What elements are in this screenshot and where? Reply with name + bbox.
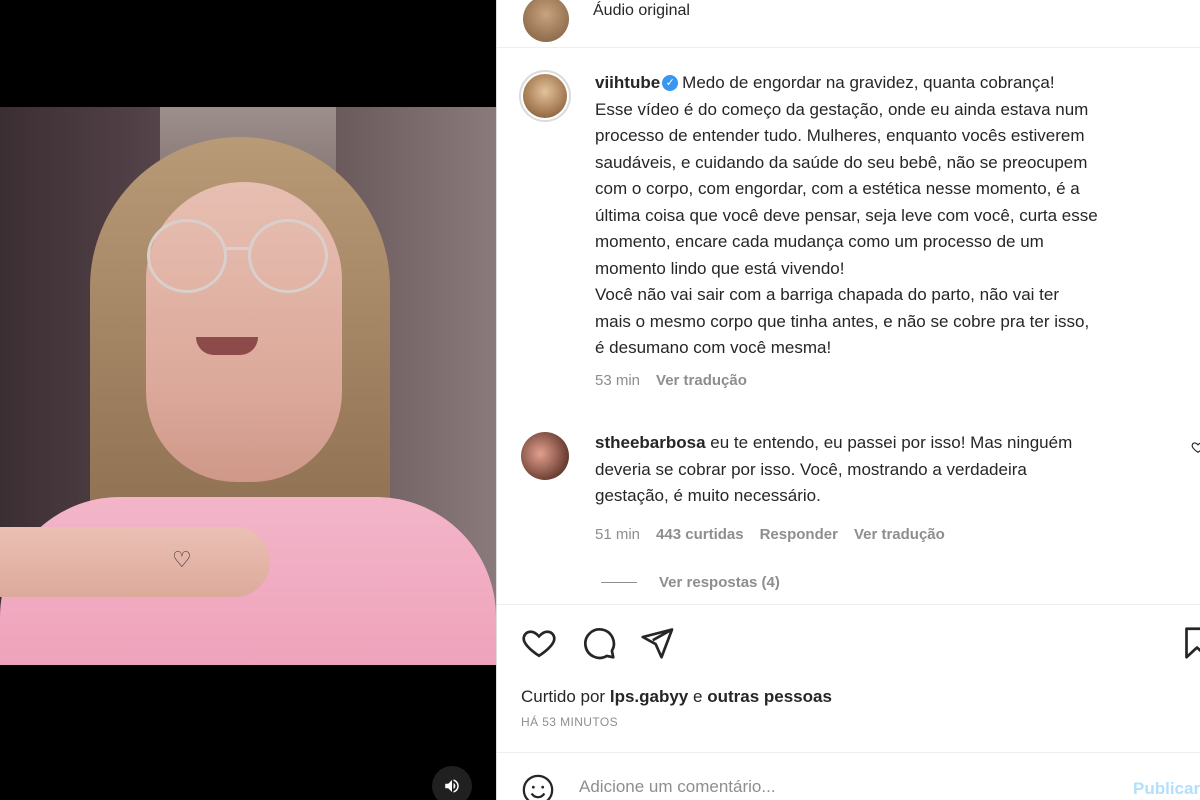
caption-line: com o corpo, com engordar, com a estétic… [595, 179, 1080, 198]
comment-likes-count[interactable]: 443 curtidas [656, 526, 744, 543]
comment-icon[interactable] [581, 625, 617, 661]
emoji-icon[interactable] [521, 773, 555, 800]
video-person-glasses [248, 219, 328, 293]
heart-icon[interactable] [521, 625, 557, 661]
sound-toggle-button[interactable] [432, 766, 472, 800]
comment-input[interactable] [579, 777, 1099, 797]
liked-by-prefix: Curtido por [521, 687, 606, 706]
caption-translate-button[interactable]: Ver tradução [656, 372, 747, 389]
comment-text-line: gestação, é muito necessário. [595, 486, 821, 505]
add-comment-bar: Publicar [497, 752, 1200, 800]
comment-time: 51 min [595, 525, 641, 543]
audio-label[interactable]: Áudio original [593, 2, 690, 20]
comment-meta: 51 min 443 curtidas Responder Ver tradução [595, 522, 1195, 549]
post-time-ago: HÁ 53 MINUTOS [521, 715, 618, 729]
author-avatar[interactable] [519, 70, 571, 122]
commenter-username[interactable]: stheebarbosa [595, 433, 706, 452]
caption-meta: 53 min Ver tradução [595, 368, 1195, 395]
verified-badge-icon: ✓ [662, 74, 679, 91]
post-caption: viihtube ✓ Medo de engordar na gravidez, q… [595, 70, 1195, 394]
caption-line: momento, encare cada mudança como um pro… [595, 232, 1044, 251]
video-person-glasses [147, 219, 227, 293]
liked-by-user-link[interactable]: lps.gabyy [610, 687, 688, 706]
video-person-arm [0, 527, 270, 597]
heart-tattoo: ♡ [172, 547, 192, 572]
speaker-icon [445, 779, 459, 793]
comment-item: stheebarbosa eu te entendo, eu passei po… [595, 430, 1195, 548]
post-actions: Curtido por lps.gabyy e outras pessoas H… [497, 604, 1200, 754]
view-replies-button[interactable]: Ver respostas (4) [601, 574, 780, 591]
caption-time: 53 min [595, 371, 641, 389]
avatar[interactable] [523, 0, 569, 42]
comment-text-line: eu te entendo, eu passei por isso! Mas n… [710, 433, 1073, 452]
avatar [523, 74, 567, 118]
liked-by-others-link[interactable]: outras pessoas [707, 687, 832, 706]
caption-line: momento lindo que está vivendo! [595, 258, 845, 278]
caption-line: Medo de engordar na gravidez, quanta cob… [682, 73, 1055, 92]
post-panel: Áudio original viihtube ✓ Medo de engordar… [496, 0, 1200, 800]
author-username[interactable]: viihtube [595, 73, 660, 92]
bookmark-icon[interactable] [1179, 625, 1200, 661]
liked-by-summary: Curtido por lps.gabyy e outras pessoas [521, 687, 832, 707]
comment-translate-button[interactable]: Ver tradução [854, 526, 945, 543]
caption-line: última coisa que você deve pensar, seja … [595, 205, 1098, 225]
publish-button[interactable]: Publicar [1133, 779, 1200, 799]
comment-text-line: deveria se cobrar por isso. Você, mostra… [595, 459, 1027, 479]
view-replies-label: Ver respostas (4) [659, 574, 780, 591]
avatar [521, 432, 569, 480]
liked-by-conjunction: e [693, 687, 703, 706]
caption-line: saudáveis, e cuidando da saúde do seu be… [595, 152, 1088, 172]
video-frame[interactable]: ♡ [0, 107, 496, 665]
replies-divider [601, 582, 637, 583]
commenter-avatar[interactable] [519, 430, 571, 482]
paper-plane-icon[interactable] [639, 625, 675, 661]
post-media[interactable]: ♡ [0, 0, 496, 800]
caption-line: processo de entender tudo. Mulheres, enq… [595, 126, 1085, 145]
video-person-mouth [196, 337, 258, 355]
caption-line: é desumano com você mesma! [595, 338, 832, 357]
caption-line: Esse vídeo é do começo da gestação, onde… [595, 99, 1089, 119]
video-person-glasses-bridge [225, 247, 250, 250]
caption-line: Você não vai sair com a barriga chapada … [595, 285, 1060, 304]
comment-reply-button[interactable]: Responder [760, 526, 838, 543]
post-header: Áudio original [497, 0, 1200, 48]
comment-like-heart-icon[interactable] [1191, 440, 1200, 454]
caption-line: mais o mesmo corpo que tinha antes, e nã… [595, 311, 1090, 331]
